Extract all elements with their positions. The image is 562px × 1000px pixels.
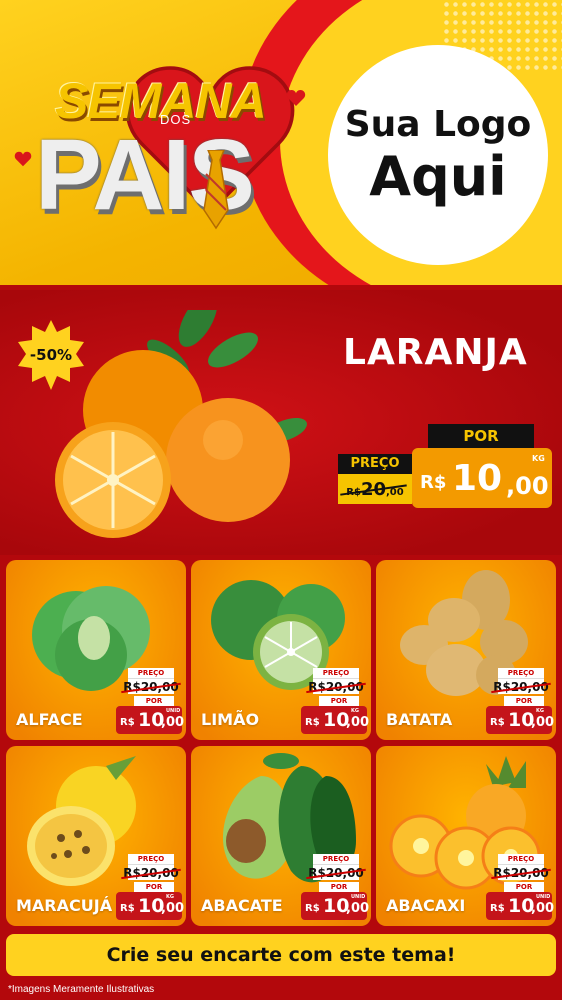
- old-price-box: R$20,00: [493, 864, 549, 880]
- product-card: MARACUJÁ PREÇO R$20,00 POR R$ 10,00 KG: [6, 746, 186, 926]
- new-price-box: R$ 10,00 KG: [301, 706, 370, 734]
- logo-placeholder[interactable]: Sua Logo Aqui: [328, 45, 548, 265]
- product-name: ABACATE: [201, 896, 283, 915]
- new-price-box: R$ 10,00 UNID: [486, 892, 555, 920]
- old-price-box: R$20,00: [308, 678, 364, 694]
- logo-line-2: Aqui: [369, 145, 507, 208]
- preco-label: PREÇO: [338, 454, 412, 474]
- preco-label: PREÇO: [128, 668, 174, 678]
- cta-button[interactable]: Crie seu encarte com este tema!: [6, 934, 556, 976]
- new-price-cents: ,00: [531, 901, 555, 916]
- new-price-cents: ,00: [346, 715, 370, 730]
- old-price-box: R$20,00: [123, 864, 179, 880]
- unit-label: KG: [351, 708, 359, 714]
- header-banner: SEMANA DOS PAIS Sua Logo Aqui: [0, 0, 562, 285]
- old-price: R$20,00: [123, 679, 179, 694]
- new-price-box: R$ 10,00 UNID: [116, 706, 185, 734]
- new-price-cents: ,00: [161, 715, 185, 730]
- preco-label: PREÇO: [498, 854, 544, 864]
- small-heart-icon: [14, 151, 32, 167]
- small-heart-icon-2: [286, 90, 306, 106]
- new-price-box: R$ 10 ,00 KG: [412, 448, 552, 508]
- product-card: ABACATE PREÇO R$20,00 POR R$ 10,00 UNID: [191, 746, 371, 926]
- flyer: SEMANA DOS PAIS Sua Logo Aqui -50% LARAN…: [0, 0, 562, 1000]
- unit-label: UNID: [351, 894, 366, 900]
- product-name: LIMÃO: [201, 710, 260, 729]
- unit-label: KG: [166, 894, 174, 900]
- old-price: R$20,00: [493, 865, 549, 880]
- tie-icon: [203, 150, 229, 230]
- product-card: LIMÃO PREÇO R$20,00 POR R$ 10,00 KG: [191, 560, 371, 740]
- por-label: POR: [134, 882, 174, 892]
- old-price: R$20,00: [493, 679, 549, 694]
- new-price-cents: ,00: [161, 901, 185, 916]
- new-price-currency: R$: [490, 717, 505, 728]
- old-price: R$20,00: [123, 865, 179, 880]
- old-price-cents: ,00: [386, 486, 404, 498]
- new-price-cents: ,00: [506, 472, 549, 500]
- new-price-currency: R$: [305, 717, 320, 728]
- logo-line-1: Sua Logo: [344, 104, 532, 145]
- new-price-cents: ,00: [346, 901, 370, 916]
- new-price-currency: R$: [120, 717, 135, 728]
- unit-label: UNID: [536, 894, 551, 900]
- old-price: R$20,00: [346, 479, 403, 500]
- product-name: ABACAXI: [386, 896, 466, 915]
- unit-label: UNID: [166, 708, 181, 714]
- product-name: MARACUJÁ: [16, 896, 113, 915]
- product-name: BATATA: [386, 710, 453, 729]
- old-price: R$20,00: [308, 679, 364, 694]
- old-price-box: R$20,00: [123, 678, 179, 694]
- new-price-box: R$ 10,00 KG: [486, 706, 555, 734]
- product-card: ABACAXI PREÇO R$20,00 POR R$ 10,00 UNID: [376, 746, 556, 926]
- featured-product: -50% LARANJA POR PREÇO R$20,00 R$ 10 ,00…: [0, 290, 562, 555]
- product-card: BATATA PREÇO R$20,00 POR R$ 10,00 KG: [376, 560, 556, 740]
- footnote: *Imagens Meramente Ilustrativas: [8, 984, 155, 995]
- por-label: POR: [319, 696, 359, 706]
- old-price-currency: R$: [346, 486, 361, 498]
- unit-label: KG: [536, 708, 544, 714]
- new-price-box: R$ 10,00 KG: [116, 892, 185, 920]
- new-price-box: R$ 10,00 UNID: [301, 892, 370, 920]
- old-price-value: 20: [360, 478, 386, 500]
- por-label: POR: [319, 882, 359, 892]
- new-price-value: 10: [452, 458, 503, 499]
- new-price-unit: KG: [532, 454, 545, 463]
- product-name: ALFACE: [16, 710, 83, 729]
- new-price-currency: R$: [490, 903, 505, 914]
- por-label: POR: [134, 696, 174, 706]
- old-price-box: R$20,00: [493, 678, 549, 694]
- old-price-box: R$20,00: [338, 474, 412, 504]
- preco-label: PREÇO: [313, 854, 359, 864]
- por-label: POR: [504, 696, 544, 706]
- product-card: ALFACE PREÇO R$20,00 POR R$ 10,00 UNID: [6, 560, 186, 740]
- por-label: POR: [504, 882, 544, 892]
- orange-icon: [55, 310, 307, 538]
- old-price: R$20,00: [308, 865, 364, 880]
- featured-product-name: LARANJA: [343, 332, 528, 373]
- new-price-currency: R$: [120, 903, 135, 914]
- new-price-currency: R$: [420, 472, 447, 493]
- new-price-cents: ,00: [531, 715, 555, 730]
- preco-label: PREÇO: [313, 668, 359, 678]
- preco-label: PREÇO: [128, 854, 174, 864]
- preco-label: PREÇO: [498, 668, 544, 678]
- por-label: POR: [428, 424, 534, 448]
- new-price-currency: R$: [305, 903, 320, 914]
- old-price-box: R$20,00: [308, 864, 364, 880]
